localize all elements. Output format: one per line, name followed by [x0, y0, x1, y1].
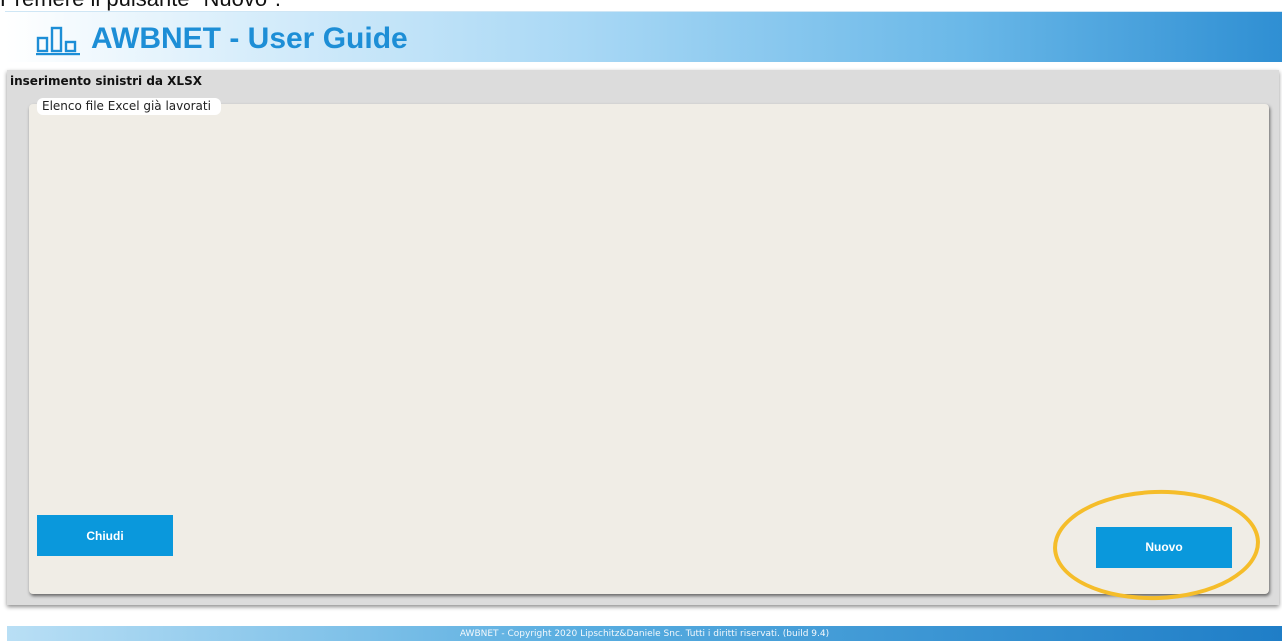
close-button[interactable]: Chiudi: [37, 515, 173, 556]
dialog-window: inserimento sinistri da XLSX Elenco file…: [7, 70, 1279, 605]
bar-chart-logo-icon: [36, 26, 80, 56]
window-title: inserimento sinistri da XLSX: [10, 74, 202, 88]
panel-legend: Elenco file Excel già lavorati: [37, 98, 221, 115]
copyright-text: AWBNET - Copyright 2020 Lipschitz&Daniel…: [459, 629, 830, 639]
instruction-text: Premere il pulsante "Nuovo".: [0, 0, 281, 10]
processed-files-panel: [29, 104, 1269, 594]
page-title: AWBNET - User Guide: [91, 22, 408, 55]
new-button[interactable]: Nuovo: [1096, 527, 1232, 568]
app-header: AWBNET - User Guide: [5, 11, 1282, 62]
footer-bar: AWBNET - Copyright 2020 Lipschitz&Daniel…: [7, 626, 1282, 641]
